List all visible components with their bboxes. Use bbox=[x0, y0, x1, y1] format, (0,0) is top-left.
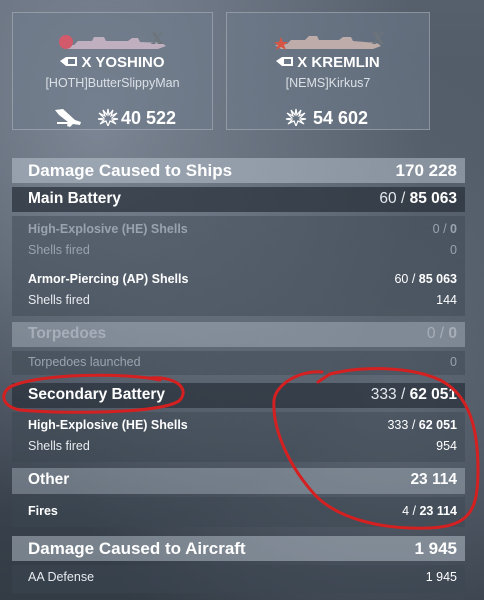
player-damage: 40 522 bbox=[121, 108, 177, 128]
other-value: 23 114 bbox=[410, 471, 457, 488]
secondary-battery-label: Secondary Battery bbox=[28, 386, 165, 403]
damage-burst-icon bbox=[97, 108, 119, 126]
ship-name: X YOSHINO bbox=[13, 54, 212, 71]
player-card-kremlin[interactable]: X X KREMLIN [NEMS]Kirkus7 54 602 bbox=[226, 12, 430, 130]
torpedoes-launched-line: Torpedoes launched 0 bbox=[28, 355, 457, 369]
main-battery-label: Main Battery bbox=[28, 190, 122, 207]
secondary-battery-details: High-Explosive (HE) Shells 333 / 62 051 … bbox=[12, 412, 465, 462]
player-name: [NEMS]Kirkus7 bbox=[285, 76, 371, 90]
torpedoes-row: Torpedoes 0 / 0 bbox=[12, 322, 465, 347]
ship-name: X KREMLIN bbox=[227, 54, 429, 71]
main-battery-details: High-Explosive (HE) Shells 0 / 0 Shells … bbox=[12, 216, 465, 316]
damage-to-ships-header: Damage Caused to Ships 170 228 bbox=[12, 158, 465, 183]
ap-shells-line: Armor-Piercing (AP) Shells 60 / 85 063 bbox=[28, 272, 457, 286]
aircraft-kill-icon bbox=[55, 109, 81, 127]
torpedoes-details: Torpedoes launched 0 bbox=[12, 351, 465, 375]
section-total: 170 228 bbox=[395, 161, 457, 180]
other-label: Other bbox=[28, 471, 70, 488]
torpedoes-value: 0 / 0 bbox=[426, 325, 457, 342]
aa-defense-details: AA Defense 1 945 bbox=[12, 565, 465, 593]
secondary-he-shells-line: High-Explosive (HE) Shells 333 / 62 051 bbox=[28, 418, 457, 432]
battleship-class-icon bbox=[60, 57, 78, 66]
he-shells-fired-line: Shells fired 0 bbox=[28, 243, 457, 257]
player-damage: 54 602 bbox=[313, 108, 369, 128]
player-card-yoshino[interactable]: X X YOSHINO [HOTH]ButterSlippyMan 40 522 bbox=[12, 12, 213, 130]
ship-silhouette-icon bbox=[274, 36, 381, 50]
secondary-shells-fired-line: Shells fired 954 bbox=[28, 439, 457, 453]
other-row: Other 23 114 bbox=[12, 468, 465, 494]
tier-x-emblem-icon: X bbox=[372, 29, 385, 48]
section-title: Damage Caused to Aircraft bbox=[28, 539, 246, 558]
section-title: Damage Caused to Ships bbox=[28, 161, 233, 180]
damage-burst-icon bbox=[285, 108, 307, 126]
he-shells-line: High-Explosive (HE) Shells 0 / 0 bbox=[28, 222, 457, 236]
ap-shells-fired-line: Shells fired 144 bbox=[28, 293, 457, 307]
secondary-battery-value: 333 / 62 051 bbox=[370, 386, 457, 403]
section-total: 1 945 bbox=[414, 539, 457, 558]
battleship-class-icon bbox=[276, 57, 294, 66]
main-battery-row: Main Battery 60 / 85 063 bbox=[12, 187, 465, 212]
fires-line: Fires 4 / 23 114 bbox=[28, 504, 457, 518]
tier-x-emblem-icon: X bbox=[151, 29, 164, 48]
main-battery-value: 60 / 85 063 bbox=[379, 190, 457, 207]
secondary-battery-row: Secondary Battery 333 / 62 051 bbox=[12, 383, 465, 408]
other-details: Fires 4 / 23 114 bbox=[12, 497, 465, 527]
aa-defense-line: AA Defense 1 945 bbox=[28, 570, 457, 584]
damage-to-aircraft-header: Damage Caused to Aircraft 1 945 bbox=[12, 536, 465, 561]
torpedoes-label: Torpedoes bbox=[28, 325, 107, 342]
player-name: [HOTH]ButterSlippyMan bbox=[45, 76, 180, 90]
